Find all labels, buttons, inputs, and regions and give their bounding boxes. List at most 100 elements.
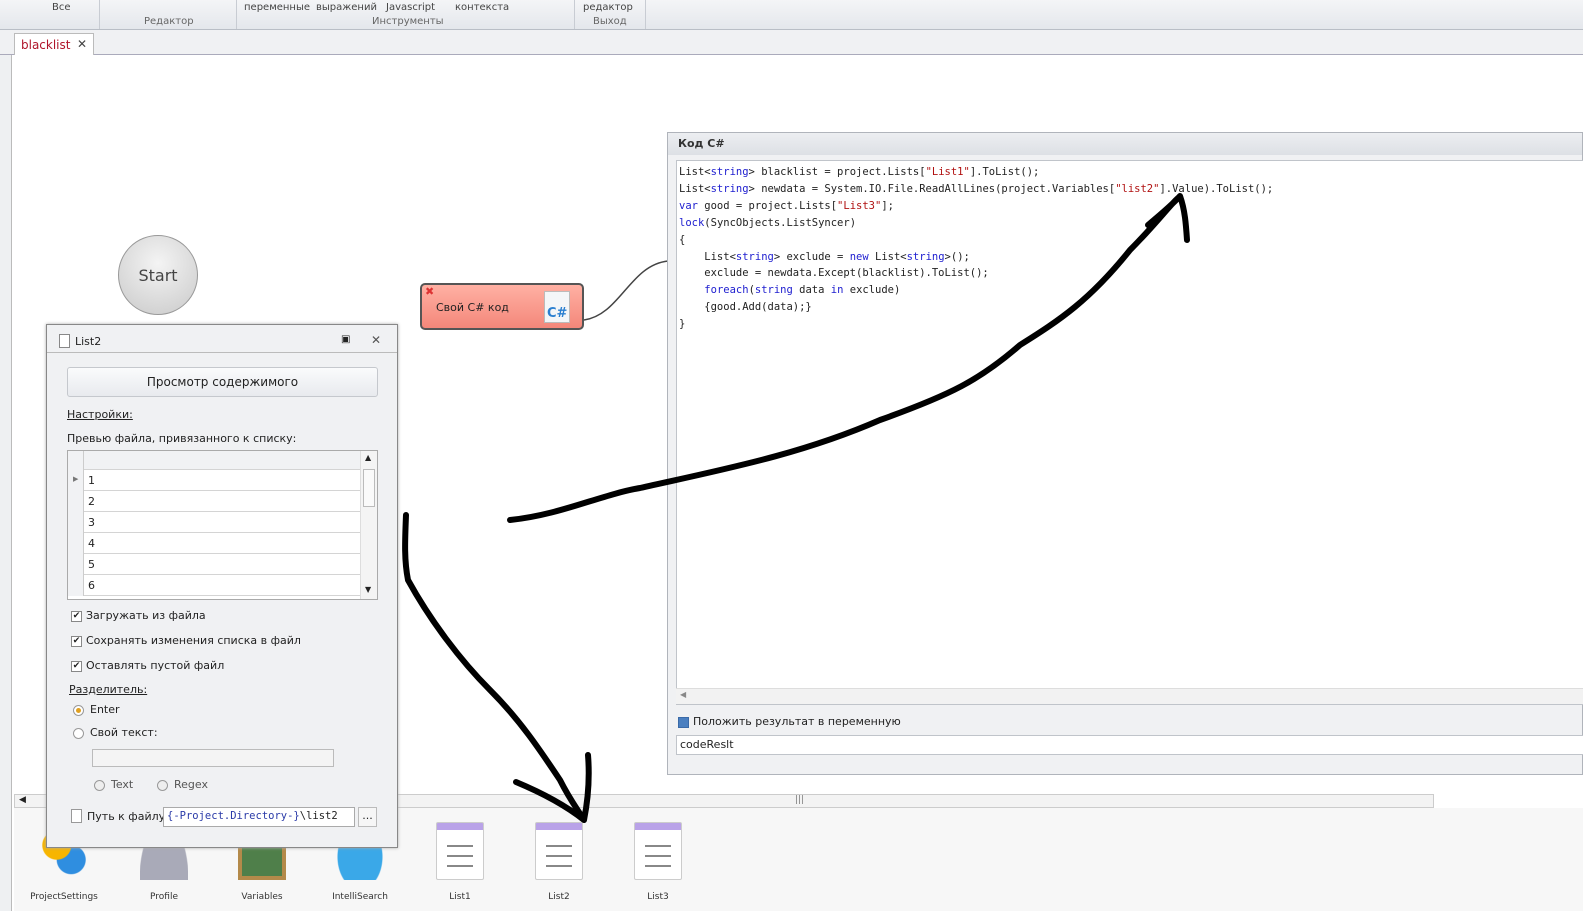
checkbox-option[interactable]: ✔ Загружать из файла <box>71 609 206 622</box>
radio-label: Enter <box>90 703 120 716</box>
code-editor[interactable]: List<string> blacklist = project.Lists["… <box>676 160 1583 705</box>
tab-strip <box>0 30 1583 55</box>
start-node[interactable]: Start <box>118 235 198 315</box>
result-variable-input[interactable]: codeReslt <box>676 735 1583 755</box>
start-label: Start <box>138 265 178 285</box>
panel-title: List2 <box>75 335 102 348</box>
code-token: (SyncObjects.ListSyncer) <box>704 216 857 229</box>
radio-regex-mode[interactable]: Regex <box>157 778 208 791</box>
checkbox-icon <box>678 716 689 728</box>
code-token: string <box>754 284 793 297</box>
ribbon: Все Редактор переменные выражений Javasc… <box>0 0 1583 30</box>
code-token: string <box>710 182 749 195</box>
checkbox-icon: ✔ <box>71 660 82 672</box>
grid-row[interactable]: 2 <box>68 491 360 512</box>
node-label: Свой C# код <box>436 301 509 314</box>
grid-row[interactable]: 6 <box>68 575 360 596</box>
grid-row[interactable]: 3 <box>68 512 360 533</box>
csharp-file-icon: C# <box>544 291 570 323</box>
code-token: List< <box>679 250 736 263</box>
code-line: {good.Add(data);} <box>679 299 1581 316</box>
radio-enter[interactable]: Enter <box>73 703 120 716</box>
result-checkbox-label: Положить результат в переменную <box>693 715 901 728</box>
checkbox-label: Оставлять пустой файл <box>86 659 225 672</box>
checkbox-icon: ✔ <box>71 610 82 622</box>
code-token: > blacklist = project.Lists[ <box>748 166 926 178</box>
code-token: ].ToList(); <box>969 166 1040 178</box>
path-variable: {-Project.Directory-} <box>167 810 300 822</box>
code-token: exclude) <box>843 284 901 297</box>
tab-blacklist[interactable]: blacklist ✕ <box>14 33 94 55</box>
list-file-icon <box>59 334 70 348</box>
code-token: in <box>830 284 844 297</box>
ribbon-group-exit: Выход <box>593 16 627 27</box>
code-token: string <box>710 166 749 178</box>
preview-contents-button[interactable]: Просмотр содержимого <box>67 367 378 397</box>
code-token: } <box>679 318 686 331</box>
code-horizontal-scrollbar[interactable]: ◀ <box>676 688 1583 704</box>
code-panel: Код C# List<string> blacklist = project.… <box>667 132 1583 775</box>
code-token: > exclude = <box>773 250 850 263</box>
radio-text-mode[interactable]: Text <box>94 778 133 791</box>
close-icon[interactable]: ✕ <box>371 333 381 347</box>
grid-cell: 5 <box>88 558 95 571</box>
csharp-code-node[interactable]: ✖ Свой C# код C# <box>420 283 584 330</box>
file-icon <box>71 809 82 823</box>
preview-grid[interactable]: ▶ 1 2 3 4 5 6 ▲ ▼ <box>67 450 378 600</box>
arrow-to-list2 <box>402 512 592 823</box>
item-list3[interactable]: List3 <box>618 822 698 902</box>
path-rest: \list2 <box>299 810 338 822</box>
ribbon-item-all[interactable]: Все <box>52 2 71 14</box>
connector-line <box>583 260 669 321</box>
code-token: data <box>792 284 831 297</box>
item-list2[interactable]: List2 <box>519 822 599 902</box>
radio-label: Свой текст: <box>90 726 158 739</box>
custom-separator-input[interactable] <box>92 749 334 767</box>
grid-cell: 6 <box>88 579 95 592</box>
item-list1[interactable]: List1 <box>420 822 500 902</box>
code-token: exclude = newdata.Except(blacklist).ToLi… <box>679 267 989 280</box>
code-line: List<string> newdata = System.IO.File.Re… <box>679 181 1581 198</box>
item-label: Profile <box>150 892 178 902</box>
radio-custom-text[interactable]: Свой текст: <box>73 726 158 739</box>
item-label: List3 <box>647 892 669 902</box>
grid-scrollbar[interactable]: ▲ ▼ <box>360 451 377 599</box>
ribbon-item-expressions[interactable]: выражений <box>316 2 377 14</box>
file-path-input[interactable]: {-Project.Directory-}\list2 <box>163 807 355 827</box>
close-icon[interactable]: ✕ <box>77 37 87 51</box>
result-checkbox[interactable]: Положить результат в переменную <box>678 715 901 728</box>
item-label: IntelliSearch <box>332 892 388 902</box>
code-token: { <box>679 233 686 246</box>
grid-row[interactable]: 5 <box>68 554 360 575</box>
ribbon-group-editor: Редактор <box>144 16 194 27</box>
code-line: exclude = newdata.Except(blacklist).ToLi… <box>679 265 1581 282</box>
ribbon-item-context[interactable]: контекста <box>455 2 509 14</box>
code-token: >(); <box>944 250 970 263</box>
left-sidebar <box>0 55 12 911</box>
path-label: Путь к файлу <box>87 810 166 823</box>
code-token: "list2" <box>1115 182 1160 195</box>
grid-row[interactable]: ▶ 1 <box>68 470 360 491</box>
tab-label: blacklist <box>21 38 71 52</box>
radio-icon <box>157 779 168 791</box>
checkbox-option[interactable]: ✔ Сохранять изменения списка в файл <box>71 634 301 647</box>
radio-icon <box>94 779 105 791</box>
code-token: > newdata = System.IO.File.ReadAllLines(… <box>748 182 1116 195</box>
checkbox-option[interactable]: ✔ Оставлять пустой файл <box>71 659 224 672</box>
settings-link[interactable]: Настройки: <box>67 408 133 421</box>
restore-icon[interactable]: ▣ <box>341 334 350 345</box>
grid-row[interactable]: 4 <box>68 533 360 554</box>
ribbon-item-javascript[interactable]: Javascript <box>386 2 435 14</box>
checkbox-label: Сохранять изменения списка в файл <box>86 634 301 647</box>
radio-label: Text <box>111 778 134 791</box>
ribbon-item-editor[interactable]: редактор <box>583 2 633 14</box>
code-token: {good.Add(data);} <box>679 301 812 314</box>
ribbon-item-variables[interactable]: переменные <box>244 2 310 14</box>
browse-button[interactable]: ... <box>358 807 377 827</box>
item-label: Variables <box>241 892 283 902</box>
code-token: var <box>679 199 698 212</box>
item-label: List1 <box>449 892 471 902</box>
radio-icon <box>73 727 84 739</box>
ribbon-group-tools: Инструменты <box>372 16 444 27</box>
